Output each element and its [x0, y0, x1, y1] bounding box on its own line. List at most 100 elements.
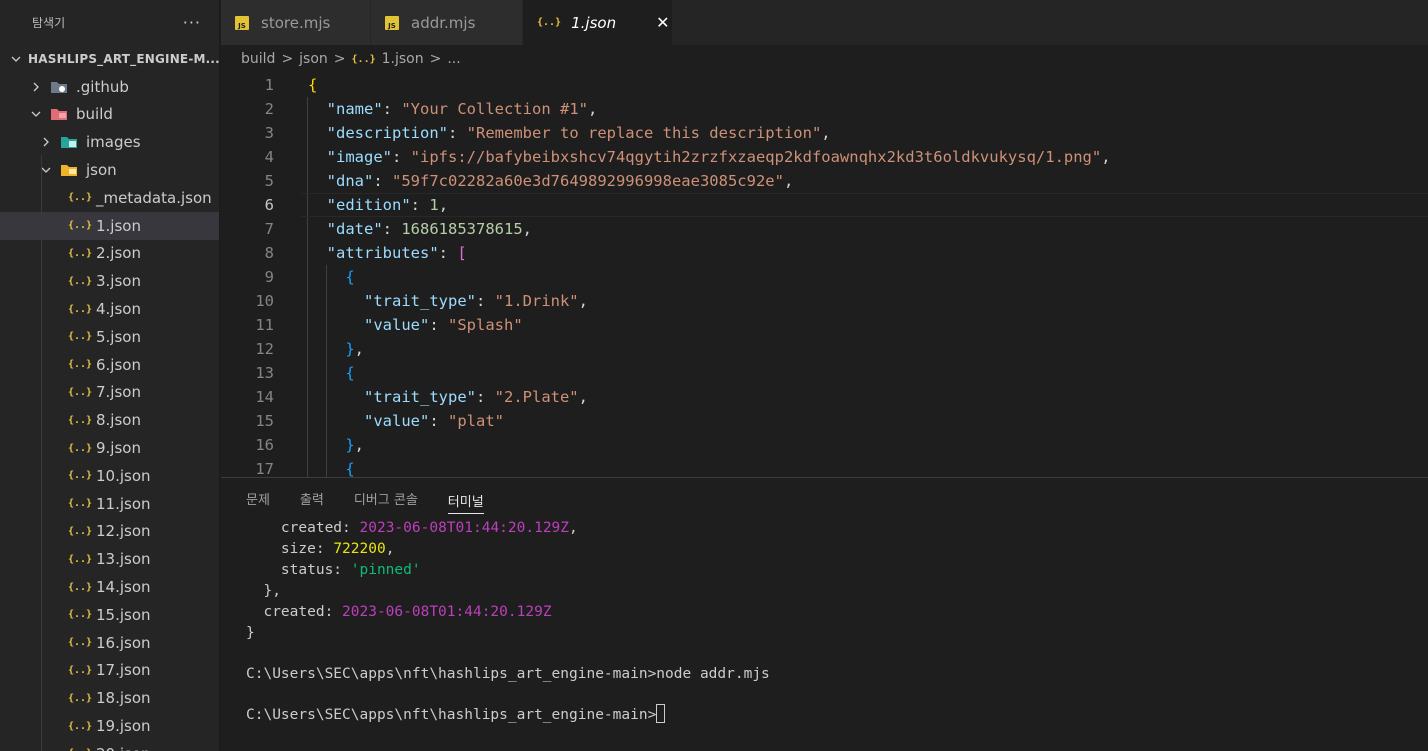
explorer-title: 탐색기 [32, 16, 66, 30]
terminal-text: , [569, 520, 578, 536]
terminal-text: 2023-06-08T01:44:20.129Z [342, 604, 552, 620]
file-label: 8.json [96, 411, 141, 430]
panel-tab[interactable]: 문제 [246, 478, 270, 518]
file-label: 7.json [96, 383, 141, 402]
tree-file[interactable]: {..} 15.json [0, 601, 219, 629]
code-token: , [522, 220, 533, 238]
indent-guide [307, 241, 308, 265]
github-folder-icon [50, 79, 68, 95]
terminal-text: 2023-06-08T01:44:20.129Z [359, 520, 570, 536]
code-token: : [475, 388, 495, 406]
code-token: "trait_type" [364, 292, 476, 310]
tree-file[interactable]: {..} 1.json [0, 211, 219, 240]
code-line: 6 "edition": 1, [221, 193, 1428, 217]
code-token: } [345, 436, 355, 454]
tree-folder-build[interactable]: build [0, 101, 219, 129]
root-folder-label: HASHLIPS_ART_ENGINE-M... [28, 51, 220, 66]
panel-tab[interactable]: 터미널 [447, 488, 484, 514]
tree-file[interactable]: {..}20.json [0, 740, 219, 751]
tree-folder-images[interactable]: images [0, 128, 219, 156]
breadcrumb-item[interactable]: json [299, 51, 328, 67]
breadcrumb-separator: > [281, 51, 294, 67]
terminal-text: 722200 [333, 541, 386, 557]
terminal-text: C:\Users\SEC\apps\nft\hashlips_art_engin… [246, 666, 770, 682]
line-number: 16 [255, 436, 274, 454]
terminal[interactable]: created: 2023-06-08T01:44:20.129Z, size:… [221, 518, 1428, 726]
code-line: 13 { [221, 361, 1428, 385]
indent-guide [307, 385, 308, 409]
code-token: : [429, 316, 448, 334]
tree-folder-github[interactable]: .github [0, 73, 219, 101]
breadcrumb-item[interactable]: build [241, 51, 275, 67]
tree-file[interactable]: {..} 14.json [0, 573, 219, 601]
indent-guide [326, 385, 327, 409]
tree-file[interactable]: {..} 8.json [0, 406, 219, 434]
tab-store-mjs[interactable]: JS store.mjs [221, 0, 371, 45]
tree-file[interactable]: {..} 6.json [0, 351, 219, 379]
tree-file[interactable]: {..} 16.json [0, 629, 219, 657]
tree-file[interactable]: {..} 11.json [0, 490, 219, 518]
indent-guide [326, 265, 327, 289]
tree-file[interactable]: {..} 3.json [0, 267, 219, 295]
line-number: 9 [264, 268, 274, 286]
code-line: 7 "date": 1686185378615, [221, 217, 1428, 241]
terminal-line: created: 2023-06-08T01:44:20.129Z, [246, 518, 1428, 539]
tree-root-folder[interactable]: HASHLIPS_ART_ENGINE-M... [0, 45, 219, 73]
indent-guide [307, 169, 308, 193]
more-actions-icon[interactable]: ··· [183, 13, 201, 32]
folder-label: .github [76, 77, 129, 96]
code-text: "name": "Your Collection #1", [274, 97, 598, 121]
indent-guide [326, 313, 327, 337]
code-token: "attributes" [326, 244, 439, 262]
breadcrumb-item[interactable]: ... [447, 51, 460, 67]
tab-addr-mjs[interactable]: JS addr.mjs [371, 0, 523, 45]
tree-file[interactable]: {..} 9.json [0, 434, 219, 462]
tab-1-json[interactable]: {..} 1.json ✕ [523, 0, 673, 45]
panel-tabs: 문제 출력 디버그 콘솔 터미널 [221, 478, 1428, 518]
tree-file[interactable]: {..} 5.json [0, 323, 219, 351]
code-token: { [345, 460, 355, 477]
breadcrumb-item[interactable]: 1.json [382, 51, 424, 67]
indent-guide [326, 409, 327, 433]
folder-label: images [86, 133, 141, 152]
tree-file[interactable]: {..} 17.json [0, 657, 219, 685]
tree-file[interactable]: {..} 2.json [0, 240, 219, 268]
terminal-line: created: 2023-06-08T01:44:20.129Z [246, 602, 1428, 623]
code-token: , [821, 124, 831, 142]
panel-tab[interactable]: 디버그 콘솔 [354, 478, 418, 518]
tree-file[interactable]: {..} 19.json [0, 712, 219, 740]
tree-file[interactable]: {..} 7.json [0, 379, 219, 407]
close-icon[interactable]: ✕ [656, 13, 669, 32]
json-file-icon: {..} [68, 386, 93, 398]
chevron-down-icon [10, 51, 22, 67]
tree-file[interactable]: {..} 18.json [0, 684, 219, 712]
code-token: { [345, 268, 355, 286]
code-token: , [354, 436, 365, 454]
tree-folder-json[interactable]: json [0, 156, 219, 184]
terminal-text: 'pinned' [350, 562, 421, 578]
code-token: "description" [326, 124, 448, 142]
code-token: 1686185378615 [401, 220, 523, 238]
file-tree: HASHLIPS_ART_ENGINE-M... .github build i… [0, 45, 219, 751]
terminal-line: C:\Users\SEC\apps\nft\hashlips_art_engin… [246, 664, 1428, 685]
code-editor[interactable]: 1{2 "name": "Your Collection #1", 3 "desc… [221, 73, 1428, 477]
code-token: "image" [326, 148, 392, 166]
tree-file[interactable]: {..} 10.json [0, 462, 219, 490]
code-token: , [783, 172, 794, 190]
file-label: 6.json [96, 355, 141, 374]
code-text: "description": "Remember to replace this… [274, 121, 831, 145]
tree-file[interactable]: {..} 13.json [0, 545, 219, 573]
code-token: : [410, 196, 430, 214]
tree-file[interactable]: {..} 4.json [0, 295, 219, 323]
file-label: 20.json [96, 745, 151, 751]
tree-file[interactable]: {..} _metadata.json [0, 184, 219, 212]
json-file-icon: {..} [537, 17, 562, 28]
code-text: { [274, 457, 355, 477]
panel-tab[interactable]: 출력 [300, 478, 324, 518]
tree-file[interactable]: {..} 12.json [0, 518, 219, 546]
file-label: 5.json [96, 327, 141, 346]
code-token: "value" [364, 412, 430, 430]
